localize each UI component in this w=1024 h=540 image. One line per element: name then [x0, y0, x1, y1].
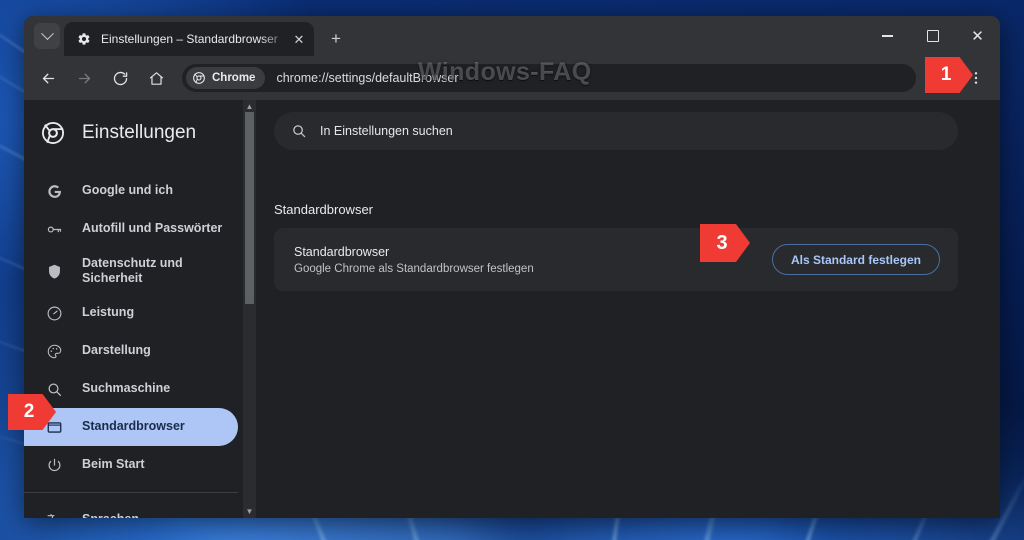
- settings-search-bar[interactable]: [274, 112, 958, 150]
- close-icon[interactable]: ✕: [290, 30, 308, 48]
- window-controls: ✕: [865, 16, 1000, 56]
- tab-einstellungen[interactable]: Einstellungen – Standardbrowser ✕: [64, 22, 314, 56]
- chrome-logo-icon: [191, 71, 206, 86]
- sidebar-item-darstellung[interactable]: Darstellung: [24, 332, 238, 370]
- maximize-button[interactable]: [910, 16, 955, 56]
- page-title: Einstellungen: [82, 122, 196, 144]
- scrollbar-thumb[interactable]: [245, 112, 254, 304]
- new-tab-button[interactable]: +: [322, 24, 350, 52]
- sidebar-item-autofill-und-passwoerter[interactable]: Autofill und Passwörter: [24, 210, 238, 248]
- sidebar-item-suchmaschine[interactable]: Suchmaschine: [24, 370, 238, 408]
- sidebar-item-label: Sprachen: [82, 512, 139, 518]
- sidebar-scrollbar[interactable]: ▲ ▼: [243, 100, 256, 518]
- settings-sidebar: Einstellungen Google und ich: [24, 100, 256, 518]
- tab-strip: Einstellungen – Standardbrowser ✕ + ✕: [24, 16, 1000, 56]
- tab-search-button[interactable]: [34, 23, 60, 49]
- section-title: Standardbrowser: [274, 202, 1000, 217]
- google-g-icon: [44, 181, 64, 201]
- sidebar-item-label: Darstellung: [82, 343, 151, 358]
- close-window-button[interactable]: ✕: [955, 16, 1000, 56]
- sidebar-item-label: Google und ich: [82, 183, 173, 198]
- translate-icon: [44, 510, 64, 518]
- address-bar-url: chrome://settings/defaultBrowser: [276, 71, 458, 85]
- sidebar-item-sprachen[interactable]: Sprachen: [24, 501, 238, 518]
- chevron-down-icon: [41, 27, 54, 40]
- settings-nav: Google und ich Autofill und Passwörter: [24, 172, 256, 518]
- tab-title: Einstellungen – Standardbrowser: [101, 32, 290, 46]
- card-subtitle: Google Chrome als Standardbrowser festle…: [294, 263, 772, 275]
- sidebar-item-label: Suchmaschine: [82, 381, 170, 396]
- set-as-default-button[interactable]: Als Standard festlegen: [772, 244, 940, 275]
- settings-page: Einstellungen Google und ich: [24, 100, 1000, 518]
- chrome-chip[interactable]: Chrome: [186, 67, 265, 89]
- settings-main: Standardbrowser Standardbrowser Google C…: [256, 100, 1000, 518]
- shield-icon: [44, 261, 64, 281]
- key-icon: [44, 219, 64, 239]
- search-input[interactable]: [320, 124, 854, 138]
- search-icon: [290, 123, 307, 140]
- palette-icon: [44, 341, 64, 361]
- sidebar-item-beim-start[interactable]: Beim Start: [24, 446, 238, 484]
- chrome-chip-label: Chrome: [212, 72, 255, 84]
- sidebar-item-google-und-ich[interactable]: Google und ich: [24, 172, 238, 210]
- chrome-logo-icon: [40, 120, 66, 146]
- address-bar[interactable]: Chrome chrome://settings/defaultBrowser: [182, 64, 916, 92]
- sidebar-item-label: Beim Start: [82, 457, 145, 472]
- scroll-down-arrow-icon[interactable]: ▼: [243, 505, 256, 518]
- browser-toolbar: Chrome chrome://settings/defaultBrowser: [24, 56, 1000, 100]
- power-icon: [44, 455, 64, 475]
- sidebar-item-standardbrowser[interactable]: Standardbrowser: [24, 408, 238, 446]
- default-browser-card: Standardbrowser Google Chrome als Standa…: [274, 228, 958, 291]
- back-button[interactable]: [33, 63, 63, 93]
- minimize-button[interactable]: [865, 16, 910, 56]
- sidebar-divider: [24, 492, 238, 493]
- reload-button[interactable]: [105, 63, 135, 93]
- magnifier-icon: [44, 379, 64, 399]
- sidebar-item-label: Leistung: [82, 305, 134, 320]
- home-button[interactable]: [141, 63, 171, 93]
- forward-button[interactable]: [69, 63, 99, 93]
- sidebar-item-datenschutz-und-sicherheit[interactable]: Datenschutz und Sicherheit: [24, 248, 238, 294]
- settings-gear-icon: [76, 31, 92, 47]
- sidebar-item-label: Autofill und Passwörter: [82, 221, 222, 236]
- settings-header: Einstellungen: [24, 104, 256, 162]
- sidebar-item-leistung[interactable]: Leistung: [24, 294, 238, 332]
- sidebar-item-label: Datenschutz und Sicherheit: [82, 256, 183, 287]
- speedometer-icon: [44, 303, 64, 323]
- sidebar-item-label: Standardbrowser: [82, 419, 185, 434]
- browser-window: Einstellungen – Standardbrowser ✕ + ✕: [24, 16, 1000, 518]
